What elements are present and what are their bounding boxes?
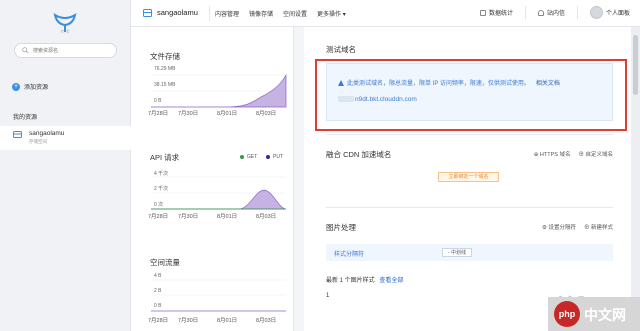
separator-row: 样式分隔符 - 中划线 — [326, 244, 613, 261]
x-tick: 7月28日 — [148, 318, 169, 324]
bucket-name: sangaolamu — [29, 130, 65, 137]
legend-label: PUT — [273, 154, 283, 160]
divider — [576, 6, 578, 19]
x-tick: 8月03日 — [256, 111, 277, 117]
highlight-frame — [315, 59, 627, 131]
bell-icon — [537, 9, 544, 16]
traffic-chart-title: 空间流量 — [150, 258, 180, 267]
view-all-link[interactable]: 查看全部 — [379, 278, 403, 284]
data-stats-label: 数据统计 — [488, 11, 513, 17]
separator-label: 样式分隔符 — [334, 252, 365, 258]
bucket-type: 存储空间 — [29, 139, 47, 144]
recent-styles: 最新 1 个图片样式 查看全部 — [326, 275, 403, 284]
x-tick: 7月30日 — [178, 111, 199, 117]
top-right-menu: 数据统计 站内信 个人面板 — [479, 6, 630, 19]
divider — [326, 207, 613, 208]
image-actions: ⚙ 设置分隔符 ⊕ 新建样式 — [542, 223, 613, 231]
y-tick: 0 B — [154, 303, 162, 309]
divider — [326, 134, 613, 135]
sidebar: 七牛云 + 添加资源 我的资源 sangaolamu 存储空间 — [0, 0, 131, 331]
x-tick: 8月01日 — [217, 214, 238, 220]
x-tick: 7月28日 — [148, 111, 169, 117]
top-nav: 内容管理 镜像存储 空间设置 更多操作 ▾ — [215, 9, 346, 18]
logo-text: 七牛云 — [60, 29, 70, 33]
scrollbar[interactable] — [631, 27, 640, 331]
bind-domain-button[interactable]: 立即绑定一个域名 — [438, 172, 499, 182]
api-chart-title: API 请求 — [150, 153, 180, 162]
nav-mirror-storage[interactable]: 镜像存储 — [249, 9, 273, 18]
test-domain-title: 测试域名 — [326, 45, 356, 54]
storage-chart-title: 文件存储 — [150, 52, 180, 61]
divider — [209, 6, 210, 21]
x-tick: 8月01日 — [217, 111, 238, 117]
scrollbar-thumb[interactable] — [633, 35, 638, 95]
legend-dot — [240, 155, 244, 159]
messages-link[interactable]: 站内信 — [537, 8, 565, 17]
add-https-domain-button[interactable]: ⊕ HTTPS 域名 — [534, 150, 571, 158]
x-tick: 7月30日 — [178, 214, 199, 220]
y-tick: 76.29 MB — [154, 66, 176, 72]
chart-icon — [479, 9, 486, 16]
y-tick: 2 千次 — [154, 186, 169, 192]
stats-charts — [151, 73, 287, 312]
user-label: 个人面板 — [605, 11, 630, 17]
php-logo: php — [554, 301, 580, 327]
x-tick: 7月28日 — [148, 214, 169, 220]
separator-select[interactable]: - 中划线 — [442, 248, 472, 257]
y-tick: 0 B — [154, 98, 162, 104]
cdn-title: 融合 CDN 加速域名 — [326, 150, 392, 159]
search-icon — [22, 47, 29, 54]
avatar — [589, 6, 603, 19]
top-bar: sangaolamu 内容管理 镜像存储 空间设置 更多操作 ▾ 数据统计 站内… — [131, 0, 640, 27]
recent-styles-text: 最新 1 个图片样式 — [326, 278, 375, 284]
y-tick: 0 次 — [154, 202, 164, 208]
my-resources-heading: 我的资源 — [13, 115, 38, 121]
legend-dot — [266, 155, 270, 159]
search-input[interactable] — [33, 47, 113, 55]
table-row: 1 — [326, 293, 330, 299]
x-tick: 8月01日 — [217, 318, 238, 324]
current-bucket-name: sangaolamu — [157, 8, 198, 17]
watermark: php 中文网 — [548, 297, 640, 331]
bucket-icon — [13, 131, 22, 138]
bucket-icon — [143, 8, 152, 17]
divider — [524, 6, 526, 19]
nav-space-settings[interactable]: 空间设置 — [283, 9, 307, 18]
messages-label: 站内信 — [546, 11, 565, 17]
watermark-text: 中文网 — [584, 308, 626, 324]
x-tick: 7月30日 — [178, 318, 199, 324]
current-bucket[interactable]: sangaolamu — [143, 8, 198, 17]
legend-put: PUT — [266, 154, 283, 160]
sidebar-item-bucket[interactable]: sangaolamu 存储空间 — [0, 126, 131, 150]
nav-content-management[interactable]: 内容管理 — [215, 9, 239, 18]
cdn-actions: ⊕ HTTPS 域名 ⊕ 自定义域名 — [534, 150, 613, 158]
y-tick: 4 千次 — [154, 171, 169, 177]
y-tick: 38.15 MB — [154, 82, 176, 88]
nav-more-actions[interactable]: 更多操作 ▾ — [317, 9, 346, 18]
legend-label: GET — [247, 154, 258, 160]
image-processing-title: 图片处理 — [326, 223, 356, 232]
add-resource-label: 添加资源 — [24, 85, 49, 91]
user-menu[interactable]: 个人面板 — [589, 6, 630, 19]
x-tick: 8月03日 — [256, 214, 277, 220]
x-tick: 8月03日 — [256, 318, 277, 324]
data-stats-link[interactable]: 数据统计 — [479, 8, 513, 17]
y-tick: 4 B — [154, 273, 162, 279]
set-separator-button[interactable]: ⚙ 设置分隔符 — [542, 223, 576, 231]
add-resource-button[interactable]: + 添加资源 — [12, 82, 48, 91]
plus-icon: + — [12, 82, 20, 91]
add-custom-domain-button[interactable]: ⊕ 自定义域名 — [578, 150, 613, 158]
legend-get: GET — [240, 154, 257, 160]
stats-panel: 文件存储 76.29 MB 38.15 MB 0 B 7月28日 7月30日 8… — [131, 27, 294, 331]
search-box[interactable] — [14, 43, 117, 58]
y-tick: 2 B — [154, 288, 162, 294]
new-style-button[interactable]: ⊕ 新建样式 — [584, 223, 613, 231]
